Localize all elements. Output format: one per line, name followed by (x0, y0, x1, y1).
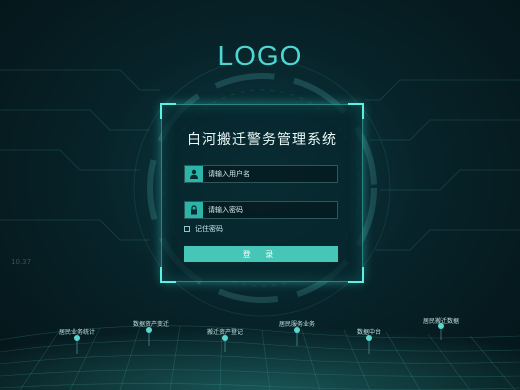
username-field (184, 165, 338, 183)
nav-item-asset-register[interactable]: 搬迁资产登记 (207, 327, 243, 336)
nav-item-resident-stats[interactable]: 居民业务统计 (59, 327, 95, 336)
login-panel: 白河搬迁警务管理系统 记住密码 登 录 (160, 103, 364, 283)
decor-number: 10.37 (11, 258, 32, 266)
panel-corner (160, 267, 176, 283)
nav-item-resident-service[interactable]: 居民服务业务 (279, 319, 315, 328)
nav-item-relocation-data[interactable]: 居民搬迁数据 (423, 316, 459, 325)
password-field (184, 201, 338, 219)
login-title: 白河搬迁警务管理系统 (187, 132, 337, 148)
panel-corner (160, 103, 176, 119)
remember-label[interactable]: 记住密码 (195, 224, 223, 234)
panel-corner (348, 267, 364, 283)
password-input[interactable] (203, 202, 337, 218)
lock-icon (185, 202, 203, 218)
panel-corner (348, 103, 364, 119)
nav-item-data-center[interactable]: 数据中台 (357, 327, 381, 336)
remember-checkbox[interactable] (184, 226, 190, 232)
nav-item-asset-change[interactable]: 数据资产变迁 (133, 319, 169, 328)
logo: LOGO (217, 40, 303, 71)
login-button[interactable]: 登 录 (184, 246, 338, 262)
user-icon (185, 166, 203, 182)
remember-row: 记住密码 (184, 224, 223, 234)
username-input[interactable] (203, 166, 337, 182)
